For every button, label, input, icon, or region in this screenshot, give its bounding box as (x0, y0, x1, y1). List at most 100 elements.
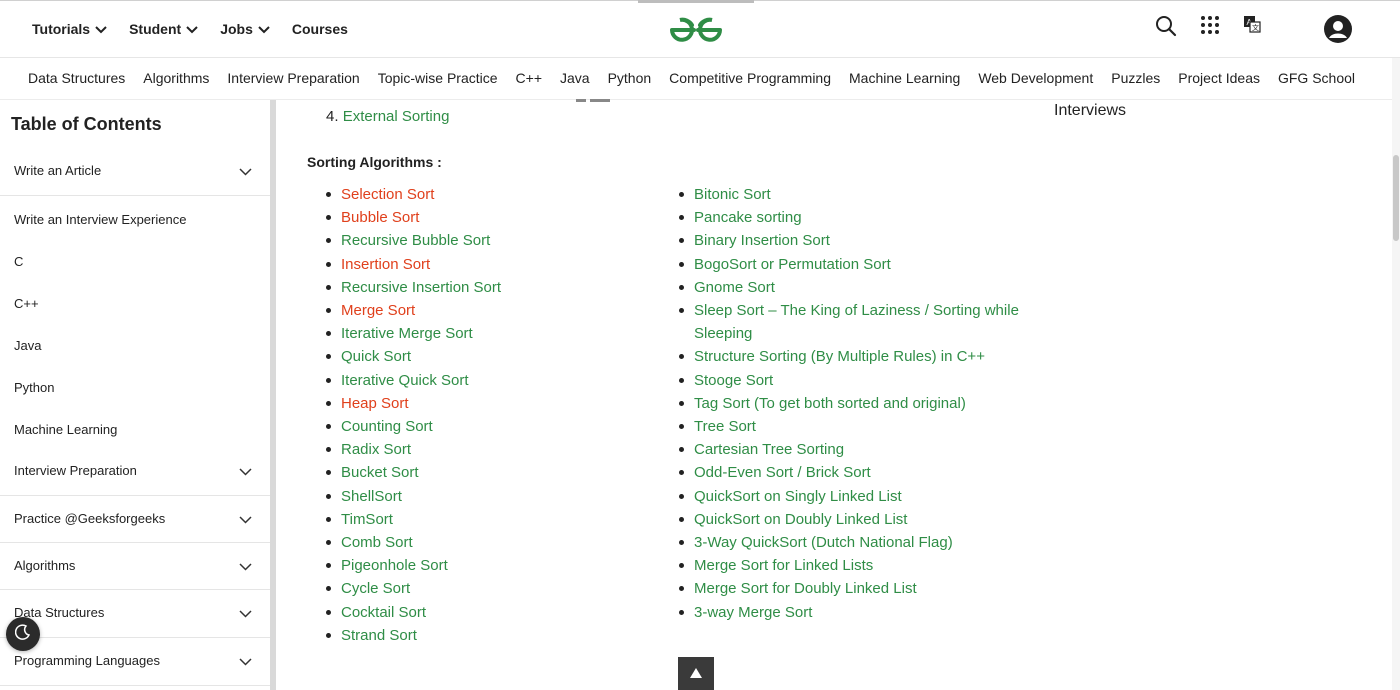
algorithm-link-label: Cartesian Tree Sorting (694, 441, 845, 459)
algorithm-link-label: Merge Sort for Linked Lists (694, 557, 874, 575)
page-scrollbar-thumb[interactable] (1393, 155, 1399, 241)
algorithm-link[interactable]: Iterative Quick Sort (307, 369, 647, 392)
topnav-student[interactable]: Student (129, 21, 198, 37)
algorithm-link[interactable]: Recursive Insertion Sort (307, 276, 647, 299)
catnav-item[interactable]: Machine Learning (849, 70, 960, 86)
algorithm-link[interactable]: Bitonic Sort (660, 183, 1040, 206)
catnav-item[interactable]: Project Ideas (1178, 70, 1260, 86)
topnav-courses[interactable]: Courses (292, 21, 348, 37)
algorithm-link[interactable]: Merge Sort for Linked Lists (660, 554, 1040, 577)
algorithm-link[interactable]: QuickSort on Singly Linked List (660, 485, 1040, 508)
algorithm-link[interactable]: 3-way Merge Sort (660, 601, 1040, 624)
algorithm-link[interactable]: Selection Sort (307, 183, 647, 206)
sidebar-item-label: C++ (14, 296, 39, 311)
sidebar-item-machine-learning[interactable]: Machine Learning (14, 422, 270, 437)
catnav-item[interactable]: Java (560, 70, 590, 86)
algorithm-link[interactable]: Merge Sort for Doubly Linked List (660, 577, 1040, 600)
algorithm-link[interactable]: Radix Sort (307, 438, 647, 461)
chevron-down-icon (239, 164, 252, 179)
catnav-item[interactable]: Python (608, 70, 652, 86)
catnav-item[interactable]: Web Development (978, 70, 1093, 86)
algorithm-link[interactable]: Merge Sort (307, 299, 647, 322)
page-scrollbar[interactable] (1392, 58, 1400, 690)
catnav-item[interactable]: Interview Preparation (227, 70, 359, 86)
algorithm-link[interactable]: Counting Sort (307, 415, 647, 438)
algorithm-link[interactable]: QuickSort on Doubly Linked List (660, 508, 1040, 531)
sidebar-item-interview-preparation[interactable]: Interview Preparation (14, 463, 270, 478)
algorithm-link-label: Tag Sort (To get both sorted and origina… (694, 394, 966, 412)
sidebar-item-label: Algorithms (14, 558, 76, 573)
algorithm-link[interactable]: Stooge Sort (660, 369, 1040, 392)
algorithm-link[interactable]: ShellSort (307, 485, 647, 508)
algorithm-link-label: Bitonic Sort (694, 186, 771, 203)
algorithm-link[interactable]: Insertion Sort (307, 253, 647, 276)
user-avatar-icon[interactable] (1324, 15, 1352, 48)
algorithm-link-label: Bucket Sort (341, 464, 419, 482)
catnav-item[interactable]: Competitive Programming (669, 70, 831, 86)
algorithm-link[interactable]: Gnome Sort (660, 276, 1040, 299)
sidebar-item-algorithms[interactable]: Algorithms (14, 558, 270, 573)
algorithm-link-label: 3-way Merge Sort (694, 603, 813, 621)
numbered-list-item: 4. External Sorting (326, 108, 449, 125)
algorithm-link[interactable]: TimSort (307, 508, 647, 531)
algorithm-link[interactable]: Binary Insertion Sort (660, 229, 1040, 252)
chevron-down-icon (239, 606, 252, 621)
sidebar-item-java[interactable]: Java (14, 338, 270, 353)
algorithm-link[interactable]: 3-Way QuickSort (Dutch National Flag) (660, 531, 1040, 554)
article-content: 4. External Sorting Interviews Sorting A… (276, 99, 1396, 690)
algorithm-link[interactable]: Comb Sort (307, 531, 647, 554)
sidebar-item-python[interactable]: Python (14, 380, 270, 395)
gfg-logo[interactable] (668, 15, 724, 50)
header-accent-line (638, 0, 754, 3)
catnav-item[interactable]: Data Structures (28, 70, 125, 86)
back-to-top-button[interactable] (678, 657, 714, 690)
algorithm-link[interactable]: Tree Sort (660, 415, 1040, 438)
algorithm-link-label: TimSort (341, 510, 393, 528)
catnav-item[interactable]: Algorithms (143, 70, 209, 86)
top-header: Tutorials Student Jobs Courses A文 (0, 0, 1400, 58)
sidebar-item-write-an-article[interactable]: Write an Article (14, 163, 270, 178)
algorithm-link[interactable]: Bucket Sort (307, 461, 647, 484)
algorithm-link[interactable]: Strand Sort (307, 624, 647, 647)
apps-grid-icon[interactable] (1200, 15, 1220, 40)
topnav-label: Tutorials (32, 21, 91, 37)
topnav-tutorials[interactable]: Tutorials (32, 21, 107, 37)
algorithm-link[interactable]: Bubble Sort (307, 206, 647, 229)
algorithm-link[interactable]: Heap Sort (307, 392, 647, 415)
sidebar-divider (0, 195, 270, 196)
algorithm-link[interactable]: Iterative Merge Sort (307, 322, 647, 345)
topnav-label: Jobs (220, 21, 253, 37)
algorithm-link[interactable]: Odd-Even Sort / Brick Sort (660, 461, 1040, 484)
top-nav: Tutorials Student Jobs Courses (32, 21, 370, 37)
search-icon[interactable] (1155, 15, 1177, 42)
topnav-jobs[interactable]: Jobs (220, 21, 270, 37)
algorithm-link[interactable]: Structure Sorting (By Multiple Rules) in… (660, 345, 1040, 368)
side-heading: Interviews (1054, 102, 1127, 119)
catnav-item[interactable]: Puzzles (1111, 70, 1160, 86)
algorithm-link[interactable]: Cocktail Sort (307, 601, 647, 624)
algorithm-link[interactable]: Tag Sort (To get both sorted and origina… (660, 392, 1040, 415)
sidebar-item-c[interactable]: C (14, 254, 270, 269)
darkmode-toggle-button[interactable] (6, 617, 40, 651)
sidebar-item-practice-geeksforgeeks[interactable]: Practice @Geeksforgeeks (14, 511, 270, 526)
chevron-down-icon (181, 21, 198, 37)
algorithm-link[interactable]: Pancake sorting (660, 206, 1040, 229)
algorithm-link[interactable]: Recursive Bubble Sort (307, 229, 647, 252)
algorithm-link[interactable]: Cartesian Tree Sorting (660, 438, 1040, 461)
external-sorting-link[interactable]: External Sorting (343, 108, 450, 125)
algorithm-link[interactable]: BogoSort or Permutation Sort (660, 253, 1040, 276)
algorithm-link-label: Stooge Sort (694, 371, 774, 389)
sidebar-item-c-[interactable]: C++ (14, 296, 270, 311)
algorithm-link[interactable]: Cycle Sort (307, 577, 647, 600)
algorithm-link[interactable]: Quick Sort (307, 345, 647, 368)
algorithm-link[interactable]: Sleep Sort – The King of Laziness / Sort… (660, 299, 1040, 345)
catnav-item[interactable]: GFG School (1278, 70, 1355, 86)
sidebar-item-write-an-interview-experience[interactable]: Write an Interview Experience (14, 212, 270, 227)
sidebar-item-label: Programming Languages (14, 653, 160, 668)
catnav-item[interactable]: Topic-wise Practice (378, 70, 498, 86)
sidebar-item-data-structures[interactable]: Data Structures (14, 605, 270, 620)
algorithm-link[interactable]: Pigeonhole Sort (307, 554, 647, 577)
catnav-item[interactable]: C++ (516, 70, 542, 86)
translate-icon[interactable]: A文 (1243, 15, 1261, 38)
sidebar-item-programming-languages[interactable]: Programming Languages (14, 653, 270, 668)
